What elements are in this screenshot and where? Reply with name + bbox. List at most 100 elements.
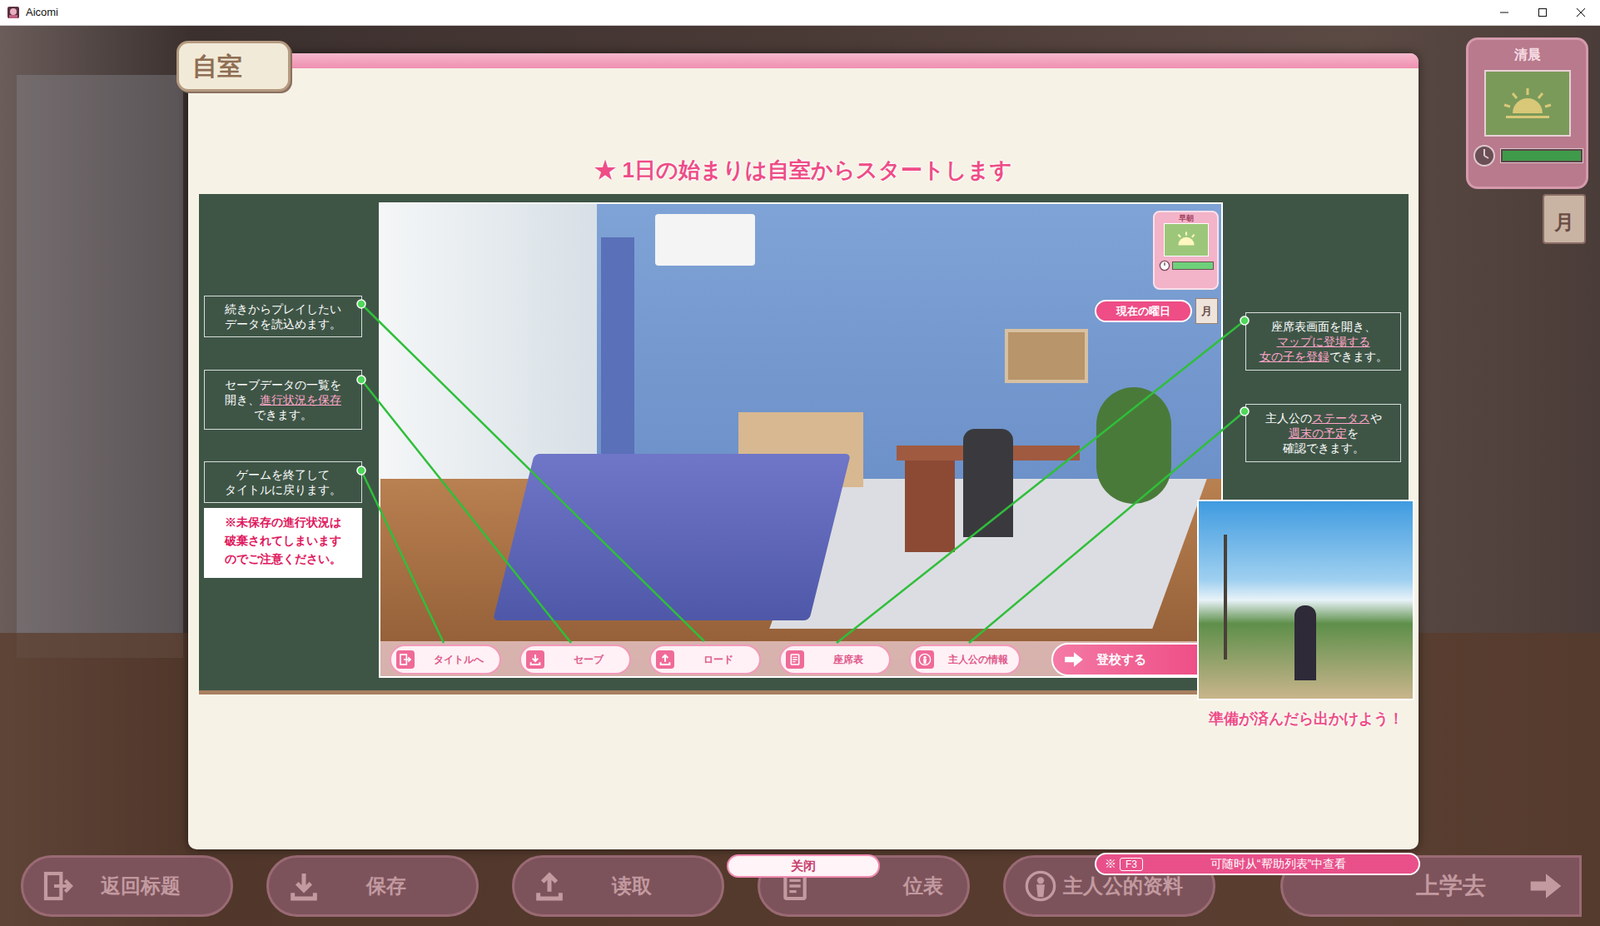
note-line: できます。 (209, 407, 357, 423)
sun-icon (1500, 84, 1555, 122)
window-glow (16, 74, 184, 658)
preview-time-panel (1163, 223, 1209, 257)
bottom-bar-button[interactable]: 读取 (511, 854, 725, 917)
hint-tooltip: ※F3可随时从“帮助列表”中查看 (1094, 852, 1421, 875)
dialog-band (188, 53, 1419, 69)
bottom-bar-label: 保存 (320, 870, 477, 901)
preview-button[interactable]: 座席表 (779, 644, 891, 675)
dialog-tab: 自室 (176, 40, 291, 92)
maximize-button[interactable] (1523, 0, 1562, 25)
preview-button[interactable]: 主人公の情報 (909, 644, 1021, 675)
note-text: できます。 (253, 407, 313, 422)
warning-line: 破棄されてしまいます (208, 531, 358, 550)
weekday-label: 現在の曜日 (1094, 299, 1193, 323)
preview-button-label: 座席表 (807, 651, 890, 667)
weekday-label-text: 現在の曜日 (1116, 303, 1171, 320)
note-text: できます。 (1329, 349, 1388, 363)
preview-time-widget: 早朝 (1152, 210, 1219, 290)
window-controls (1485, 0, 1600, 25)
warning-note: ※未保存の進行状況は破棄されてしまいますのでご注意ください。 (203, 507, 363, 578)
help-dialog: 自室 ★ 1日の始まりは自室からスタートします 続きからプレイしたいデータを読込… (188, 53, 1419, 850)
note-text: 座席表画面を開き、 (1271, 319, 1377, 333)
desk-chair (963, 428, 1014, 537)
seat-chart-icon (785, 650, 805, 669)
note-text: 週末の予定 (1288, 426, 1347, 440)
preview-button-label: セーブ (547, 651, 630, 667)
guide-note: セーブデータの一覧を開き、進行状況を保存できます。 (203, 369, 363, 430)
guide-note: ゲームを終了してタイトルに戻ります。 (203, 461, 363, 503)
app-icon (6, 5, 20, 20)
screen: Aicomi 清晨 月 返回标题保存读取位表主人公的资料上学去 自室 (0, 0, 1600, 926)
sun-icon (1172, 229, 1201, 250)
preview-time-row (1158, 259, 1214, 272)
cork-board (1004, 328, 1089, 383)
time-period: 清晨 (1514, 44, 1541, 65)
preview-button[interactable]: セーブ (519, 644, 632, 675)
preview-time-track (1172, 261, 1214, 270)
go-arrow-icon (1061, 648, 1087, 671)
guide-note: 座席表画面を開き、マップに登場する女の子を登録できます。 (1245, 312, 1402, 371)
note-line: セーブデータの一覧を (209, 377, 357, 393)
note-line: 主人公のステータスや (1251, 410, 1396, 426)
warning-line: ※未保存の進行状況は (208, 512, 358, 532)
note-text: 続きからプレイしたい (224, 302, 342, 316)
load-upload-icon (655, 650, 675, 669)
preview-weekday: 月 (1201, 303, 1213, 320)
preview-calendar: 月 (1195, 298, 1218, 324)
guide-note: 続きからプレイしたいデータを読込めます。 (203, 295, 363, 338)
calendar: 月 (1542, 193, 1586, 244)
note-text: 進行状況を保存 (259, 392, 342, 407)
utility-pole (1223, 534, 1228, 660)
outdoor-photo (1197, 499, 1415, 701)
note-line: データを読込めます。 (209, 316, 357, 332)
time-panel (1484, 69, 1571, 137)
time-widget: 清晨 (1465, 37, 1589, 189)
close-button[interactable]: 关闭 (726, 854, 880, 878)
note-text: や (1370, 411, 1382, 425)
close-label: 关闭 (790, 856, 816, 876)
load-upload-icon (532, 869, 567, 903)
note-text: 主人公の (1265, 411, 1312, 425)
preview-button-label: タイトルへ (417, 651, 500, 667)
preview-button-label: 主人公の情報 (937, 651, 1019, 667)
dialog-heading: ★ 1日の始まりは自室からスタートします (188, 156, 1419, 184)
character-figure (1294, 605, 1317, 681)
note-text: マップに登場する (1277, 334, 1371, 348)
note-line: 続きからプレイしたい (209, 301, 357, 317)
bottom-bar-button[interactable]: 保存 (266, 854, 479, 917)
hint-key: F3 (1119, 857, 1143, 871)
note-text: タイトルに戻ります。 (224, 482, 342, 497)
preview-button[interactable]: ロード (649, 644, 761, 675)
clock-icon (1158, 259, 1171, 272)
bottom-bar-label: 上学去 (1416, 868, 1486, 904)
exit-door-icon (396, 650, 415, 669)
title-bar: Aicomi (0, 0, 1600, 26)
clock-icon (1471, 143, 1497, 169)
maximize-icon (1537, 7, 1548, 18)
go-arrow-icon (1527, 867, 1565, 905)
hint-text: 可随时从“帮助列表”中查看 (1146, 854, 1411, 873)
note-text: ゲームを終了して (236, 467, 330, 482)
note-line: タイトルに戻ります。 (209, 481, 357, 497)
preview-time-period: 早朝 (1178, 213, 1194, 224)
minimize-button[interactable] (1485, 0, 1524, 25)
note-text: ステータス (1311, 411, 1371, 425)
note-text: セーブデータの一覧を (224, 377, 342, 392)
window-title: Aicomi (25, 4, 59, 21)
go-to-school-label: 登校する (1096, 650, 1147, 670)
close-window-button[interactable] (1561, 0, 1600, 25)
time-row (1471, 143, 1584, 169)
photo-caption: 準備が済んだら出かけよう！ (1185, 707, 1427, 731)
note-line: 週末の予定を (1251, 425, 1396, 441)
preview-button-label: ロード (677, 651, 760, 667)
warning-line: のでご注意ください。 (208, 549, 358, 568)
bottom-bar-button[interactable]: 返回标题 (20, 854, 234, 917)
go-to-school-button[interactable]: 登校する (1051, 642, 1205, 676)
save-download-icon (287, 869, 321, 903)
note-line: 女の子を登録できます。 (1251, 348, 1396, 364)
person-info-icon (915, 650, 935, 669)
note-line: ゲームを終了して (209, 467, 357, 482)
calendar-weekday: 月 (1554, 207, 1575, 238)
note-text: 女の子を登録 (1259, 349, 1330, 363)
preview-button[interactable]: タイトルへ (389, 644, 502, 675)
